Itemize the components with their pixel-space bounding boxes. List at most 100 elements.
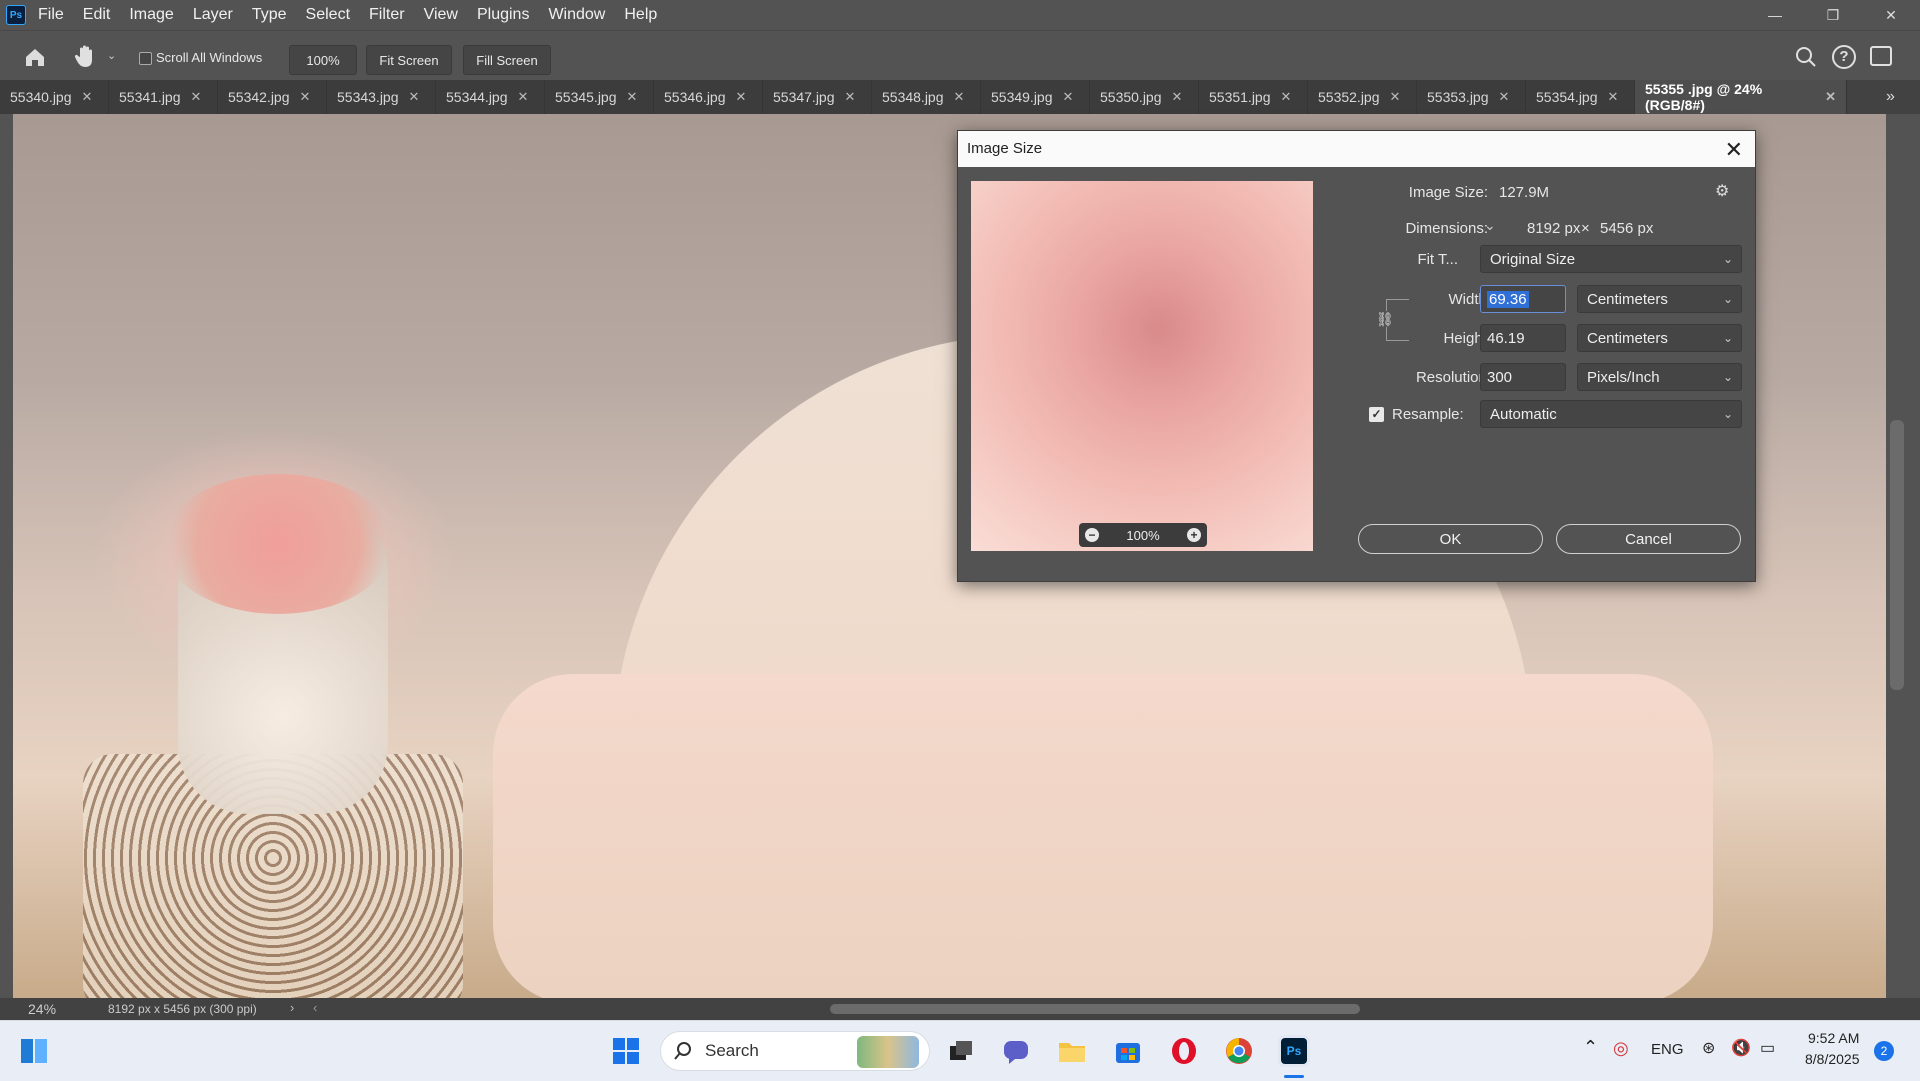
close-icon[interactable]: ✕ bbox=[1281, 89, 1292, 105]
cancel-button[interactable]: Cancel bbox=[1556, 524, 1741, 554]
close-icon[interactable]: ✕ bbox=[1390, 89, 1401, 105]
vertical-scrollbar[interactable] bbox=[1890, 420, 1904, 690]
fill-screen-button[interactable]: Fill Screen bbox=[463, 45, 551, 75]
close-icon[interactable]: ✕ bbox=[191, 89, 202, 105]
taskbar-search[interactable]: Search bbox=[660, 1031, 930, 1071]
tab-55343[interactable]: 55343.jpg ✕ bbox=[327, 80, 436, 114]
start-icon[interactable] bbox=[610, 1035, 642, 1067]
tab-55347[interactable]: 55347.jpg ✕ bbox=[763, 80, 872, 114]
tab-55344[interactable]: 55344.jpg ✕ bbox=[436, 80, 545, 114]
restore-icon[interactable]: ❐ bbox=[1804, 0, 1862, 30]
close-icon[interactable]: ✕ bbox=[1725, 137, 1743, 163]
menu-file[interactable]: File bbox=[38, 6, 64, 24]
scroll-all-windows-checkbox[interactable] bbox=[139, 52, 152, 65]
tab-55354[interactable]: 55354.jpg ✕ bbox=[1526, 80, 1635, 114]
menu-select[interactable]: Select bbox=[306, 6, 350, 24]
chevron-left-icon[interactable]: ‹ bbox=[313, 1000, 317, 1015]
chevron-down-icon[interactable]: ⌄ bbox=[1484, 217, 1496, 234]
clock-time[interactable]: 9:52 AM bbox=[1808, 1030, 1859, 1046]
opera-icon[interactable] bbox=[1168, 1035, 1200, 1067]
tab-55349[interactable]: 55349.jpg ✕ bbox=[981, 80, 1090, 114]
resample-checkbox[interactable]: ✓ bbox=[1369, 407, 1384, 422]
task-view-icon[interactable] bbox=[945, 1035, 977, 1067]
tab-55352[interactable]: 55352.jpg ✕ bbox=[1308, 80, 1417, 114]
minimize-icon[interactable]: — bbox=[1746, 0, 1804, 30]
image-preview[interactable]: − 100% + bbox=[971, 181, 1313, 551]
fit-screen-button[interactable]: Fit Screen bbox=[366, 45, 452, 75]
menu-image[interactable]: Image bbox=[129, 6, 173, 24]
home-icon[interactable] bbox=[22, 44, 48, 70]
hand-tool-icon[interactable] bbox=[74, 43, 98, 69]
file-explorer-icon[interactable] bbox=[1056, 1035, 1088, 1067]
menu-layer[interactable]: Layer bbox=[193, 6, 233, 24]
close-icon[interactable]: ✕ bbox=[627, 89, 638, 105]
close-window-icon[interactable]: ✕ bbox=[1862, 0, 1920, 30]
fit-to-select[interactable]: Original Size ⌄ bbox=[1480, 245, 1742, 273]
zoom-level[interactable]: 24% bbox=[28, 1001, 56, 1017]
battery-icon[interactable]: ▭ bbox=[1760, 1038, 1775, 1058]
menu-view[interactable]: View bbox=[424, 6, 458, 24]
resolution-input[interactable]: 300 bbox=[1480, 363, 1566, 391]
width-unit-select[interactable]: Centimeters ⌄ bbox=[1577, 285, 1742, 313]
chevron-right-icon[interactable]: › bbox=[290, 1000, 294, 1015]
tab-55346[interactable]: 55346.jpg ✕ bbox=[654, 80, 763, 114]
teams-chat-icon[interactable] bbox=[1000, 1035, 1032, 1067]
tab-55345[interactable]: 55345.jpg ✕ bbox=[545, 80, 654, 114]
ok-button[interactable]: OK bbox=[1358, 524, 1543, 554]
vpn-icon[interactable]: ◎ bbox=[1613, 1038, 1629, 1059]
tab-55340[interactable]: 55340.jpg ✕ bbox=[0, 80, 109, 114]
chevron-down-icon[interactable]: ⌄ bbox=[107, 49, 116, 62]
dialog-title-bar[interactable]: Image Size ✕ bbox=[958, 131, 1755, 167]
tab-55348[interactable]: 55348.jpg ✕ bbox=[872, 80, 981, 114]
close-icon[interactable]: ✕ bbox=[845, 89, 856, 105]
height-input[interactable]: 46.19 bbox=[1480, 324, 1566, 352]
zoom-out-icon[interactable]: − bbox=[1085, 528, 1099, 542]
close-icon[interactable]: ✕ bbox=[1063, 89, 1074, 105]
height-unit-select[interactable]: Centimeters ⌄ bbox=[1577, 324, 1742, 352]
close-icon[interactable]: ✕ bbox=[300, 89, 311, 105]
width-input[interactable]: 69.36 bbox=[1480, 285, 1566, 313]
tab-55353[interactable]: 55353.jpg ✕ bbox=[1417, 80, 1526, 114]
horizontal-scrollbar[interactable] bbox=[830, 1004, 1360, 1014]
close-icon[interactable]: ✕ bbox=[954, 89, 965, 105]
close-icon[interactable]: ✕ bbox=[409, 89, 420, 105]
tab-overflow-icon[interactable]: » bbox=[1886, 88, 1895, 106]
close-icon[interactable]: ✕ bbox=[736, 89, 747, 105]
menu-window[interactable]: Window bbox=[548, 6, 605, 24]
close-icon[interactable]: ✕ bbox=[1172, 89, 1183, 105]
tab-55355-active[interactable]: 55355 .jpg @ 24% (RGB/8#) ✕ bbox=[1635, 80, 1847, 114]
tab-55342[interactable]: 55342.jpg ✕ bbox=[218, 80, 327, 114]
close-icon[interactable]: ✕ bbox=[82, 89, 93, 105]
resolution-unit-select[interactable]: Pixels/Inch ⌄ bbox=[1577, 363, 1742, 391]
chevron-up-icon[interactable]: ⌃ bbox=[1583, 1037, 1598, 1058]
clock-date[interactable]: 8/8/2025 bbox=[1805, 1051, 1860, 1067]
close-icon[interactable]: ✕ bbox=[1825, 89, 1836, 105]
search-icon[interactable] bbox=[1794, 45, 1818, 69]
zoom-in-icon[interactable]: + bbox=[1187, 528, 1201, 542]
resample-select[interactable]: Automatic ⌄ bbox=[1480, 400, 1742, 428]
gear-icon[interactable]: ⚙ bbox=[1715, 181, 1729, 201]
language-indicator[interactable]: ENG bbox=[1651, 1041, 1684, 1058]
close-icon[interactable]: ✕ bbox=[518, 89, 529, 105]
menu-plugins[interactable]: Plugins bbox=[477, 6, 529, 24]
chrome-icon[interactable] bbox=[1223, 1035, 1255, 1067]
workspace-icon[interactable] bbox=[1870, 46, 1892, 66]
tab-55341[interactable]: 55341.jpg ✕ bbox=[109, 80, 218, 114]
notification-badge[interactable]: 2 bbox=[1874, 1041, 1894, 1061]
menu-type[interactable]: Type bbox=[252, 6, 287, 24]
store-icon[interactable] bbox=[1112, 1035, 1144, 1067]
close-icon[interactable]: ✕ bbox=[1499, 89, 1510, 105]
close-icon[interactable]: ✕ bbox=[1608, 89, 1619, 105]
tab-55350[interactable]: 55350.jpg ✕ bbox=[1090, 80, 1199, 114]
volume-mute-icon[interactable]: 🔇 bbox=[1731, 1038, 1751, 1058]
zoom-100-button[interactable]: 100% bbox=[289, 45, 357, 75]
tab-55351[interactable]: 55351.jpg ✕ bbox=[1199, 80, 1308, 114]
help-icon[interactable]: ? bbox=[1832, 45, 1856, 69]
menu-filter[interactable]: Filter bbox=[369, 6, 405, 24]
photoshop-taskbar-icon[interactable]: Ps bbox=[1278, 1035, 1310, 1067]
wifi-icon[interactable]: ⊛ bbox=[1702, 1038, 1715, 1058]
menu-help[interactable]: Help bbox=[624, 6, 657, 24]
link-chain-icon[interactable]: ⛓ bbox=[1376, 311, 1394, 327]
widgets-icon[interactable] bbox=[18, 1035, 50, 1067]
menu-edit[interactable]: Edit bbox=[83, 6, 111, 24]
